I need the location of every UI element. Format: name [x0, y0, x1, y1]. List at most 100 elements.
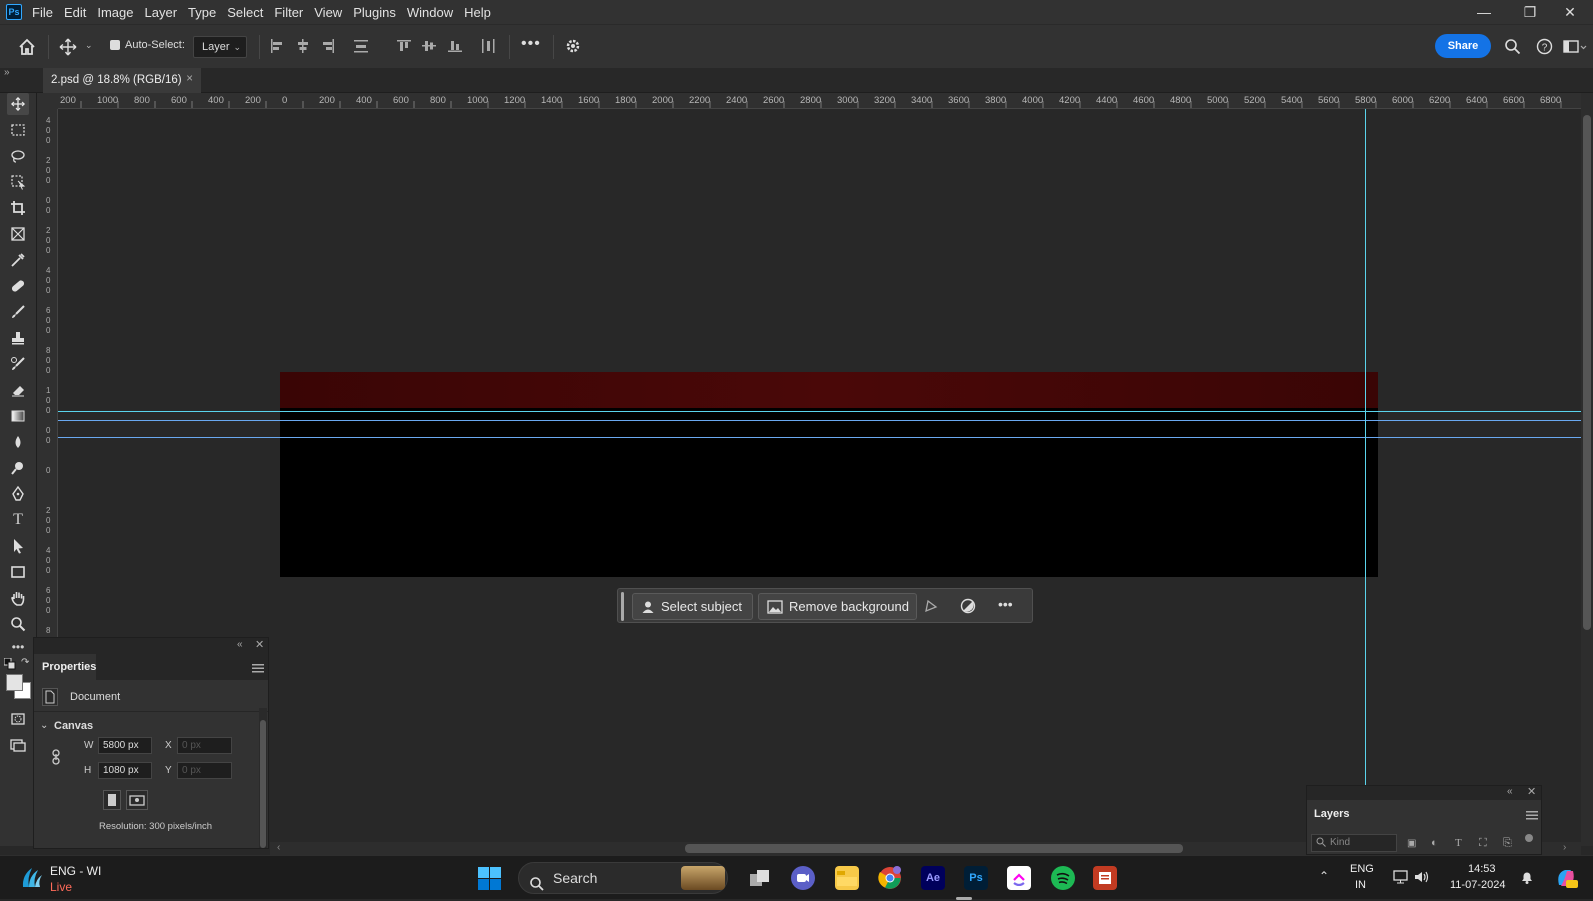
- spotify-icon[interactable]: [1051, 866, 1075, 890]
- menu-filter[interactable]: Filter: [274, 5, 303, 20]
- canvas-section-title[interactable]: Canvas: [54, 720, 93, 732]
- network-icon[interactable]: [1393, 869, 1409, 885]
- link-icon[interactable]: [50, 749, 62, 765]
- align-center-icon[interactable]: [296, 39, 310, 53]
- photoshop-taskbar-icon[interactable]: Ps: [964, 866, 988, 890]
- clickup-icon[interactable]: [1007, 866, 1031, 890]
- vertical-scrollbar[interactable]: [1581, 93, 1593, 846]
- scroll-right-icon[interactable]: ›: [1563, 842, 1566, 853]
- filter-adjustment-icon[interactable]: ◐: [1431, 837, 1438, 849]
- hand-tool-icon[interactable]: [7, 587, 29, 609]
- align-left-icon[interactable]: [270, 39, 284, 53]
- more-options-icon[interactable]: •••: [521, 35, 541, 53]
- close-panel-icon[interactable]: ✕: [1527, 785, 1536, 798]
- x-field[interactable]: 0 px: [177, 737, 232, 754]
- quick-mask-icon[interactable]: [7, 708, 29, 730]
- menu-plugins[interactable]: Plugins: [353, 5, 396, 20]
- file-explorer-icon[interactable]: [835, 866, 859, 890]
- menu-layer[interactable]: Layer: [145, 5, 178, 20]
- select-subject-button[interactable]: Select subject: [632, 593, 753, 620]
- dodge-tool-icon[interactable]: [7, 457, 29, 479]
- horizontal-guide[interactable]: [58, 420, 1581, 421]
- pen-tool-icon[interactable]: [7, 483, 29, 505]
- rectangle-tool-icon[interactable]: [7, 561, 29, 583]
- auto-select-target-dropdown[interactable]: Layer ⌄: [193, 36, 247, 58]
- volume-icon[interactable]: [1413, 869, 1429, 885]
- blur-tool-icon[interactable]: [7, 431, 29, 453]
- distribute-vertical-icon[interactable]: [354, 39, 368, 53]
- workspace-switcher-icon[interactable]: [1563, 39, 1587, 55]
- collapse-panel-icon[interactable]: «: [1507, 786, 1513, 797]
- after-effects-icon[interactable]: Ae: [921, 866, 945, 890]
- align-right-icon[interactable]: [321, 39, 335, 53]
- menu-help[interactable]: Help: [464, 5, 491, 20]
- menu-edit[interactable]: Edit: [64, 5, 86, 20]
- weather-widget-icon[interactable]: [18, 865, 44, 891]
- menu-select[interactable]: Select: [227, 5, 263, 20]
- type-tool-icon[interactable]: T: [7, 509, 29, 531]
- layers-tab[interactable]: Layers: [1314, 808, 1349, 820]
- close-window-button[interactable]: ✕: [1547, 0, 1593, 24]
- filter-shape-icon[interactable]: ⛶: [1479, 837, 1487, 850]
- path-selection-tool-icon[interactable]: [7, 535, 29, 557]
- taskbar-search-box[interactable]: Search: [518, 862, 728, 894]
- crop-tool-icon[interactable]: [7, 197, 29, 219]
- horizontal-scroll-thumb[interactable]: [685, 844, 1183, 853]
- collapse-toolbar-icon[interactable]: »: [4, 67, 10, 78]
- panel-menu-icon[interactable]: [252, 662, 264, 673]
- marquee-tool-icon[interactable]: [7, 119, 29, 141]
- default-colors-icon[interactable]: [3, 657, 16, 670]
- notification-bell-icon[interactable]: [1519, 869, 1535, 885]
- close-panel-icon[interactable]: ✕: [255, 638, 264, 651]
- more-options-icon[interactable]: •••: [998, 596, 1013, 612]
- vertical-scroll-thumb[interactable]: [1583, 115, 1591, 630]
- remove-background-button[interactable]: Remove background: [758, 593, 917, 620]
- menu-view[interactable]: View: [314, 5, 342, 20]
- menu-file[interactable]: File: [32, 5, 53, 20]
- horizontal-ruler[interactable]: 200 1000 800 600 400 200 0 200 400 600 800 1000 1200…: [58, 93, 1581, 109]
- clock-time[interactable]: 14:53: [1468, 863, 1496, 875]
- healing-brush-tool-icon[interactable]: [7, 275, 29, 297]
- weather-title[interactable]: ENG - WI: [50, 864, 101, 878]
- width-field[interactable]: 5800 px: [98, 737, 152, 754]
- document-tab[interactable]: 2.psd @ 18.8% (RGB/16) ×: [43, 68, 201, 93]
- transform-icon[interactable]: [923, 598, 939, 614]
- share-button[interactable]: Share: [1435, 34, 1491, 58]
- auto-select-checkbox[interactable]: [110, 40, 120, 50]
- object-selection-tool-icon[interactable]: [7, 171, 29, 193]
- teams-chat-icon[interactable]: [791, 866, 815, 890]
- eyedropper-tool-icon[interactable]: [7, 249, 29, 271]
- search-icon[interactable]: [1504, 38, 1521, 55]
- minimize-button[interactable]: —: [1461, 0, 1507, 24]
- filter-toggle[interactable]: [1525, 834, 1533, 842]
- copilot-icon[interactable]: [1553, 865, 1579, 891]
- language-code[interactable]: ENG: [1350, 863, 1374, 875]
- layer-filter-dropdown[interactable]: Kind: [1311, 834, 1397, 852]
- eraser-tool-icon[interactable]: [7, 379, 29, 401]
- menu-image[interactable]: Image: [97, 5, 133, 20]
- scroll-left-icon[interactable]: ‹: [277, 842, 280, 853]
- close-tab-icon[interactable]: ×: [186, 73, 193, 85]
- horizontal-guide[interactable]: [58, 437, 1581, 438]
- filter-smart-object-icon[interactable]: ⎘: [1503, 837, 1512, 850]
- brush-tool-icon[interactable]: [7, 301, 29, 323]
- chrome-icon[interactable]: [878, 866, 902, 890]
- filter-type-icon[interactable]: T: [1455, 837, 1462, 849]
- swap-colors-icon[interactable]: ↷: [21, 657, 31, 668]
- vertical-guide[interactable]: [1365, 109, 1366, 786]
- lasso-tool-icon[interactable]: [7, 145, 29, 167]
- move-tool-icon[interactable]: [7, 93, 29, 115]
- portrait-orientation-icon[interactable]: [103, 790, 121, 810]
- windows-start-icon[interactable]: [478, 867, 501, 890]
- gear-icon[interactable]: [564, 37, 582, 55]
- filter-pixel-icon[interactable]: ▣: [1407, 838, 1416, 849]
- distribute-horizontal-icon[interactable]: [481, 39, 495, 53]
- chevron-down-icon[interactable]: ⌄: [40, 720, 48, 731]
- landscape-orientation-icon[interactable]: [126, 790, 148, 810]
- chevron-up-icon[interactable]: ⌃: [1319, 869, 1329, 883]
- drag-handle[interactable]: [621, 592, 624, 621]
- collapse-panel-icon[interactable]: «: [237, 639, 243, 650]
- adjustment-icon[interactable]: [960, 598, 976, 614]
- properties-scrollbar[interactable]: [259, 708, 267, 848]
- panel-menu-icon[interactable]: [1526, 809, 1538, 820]
